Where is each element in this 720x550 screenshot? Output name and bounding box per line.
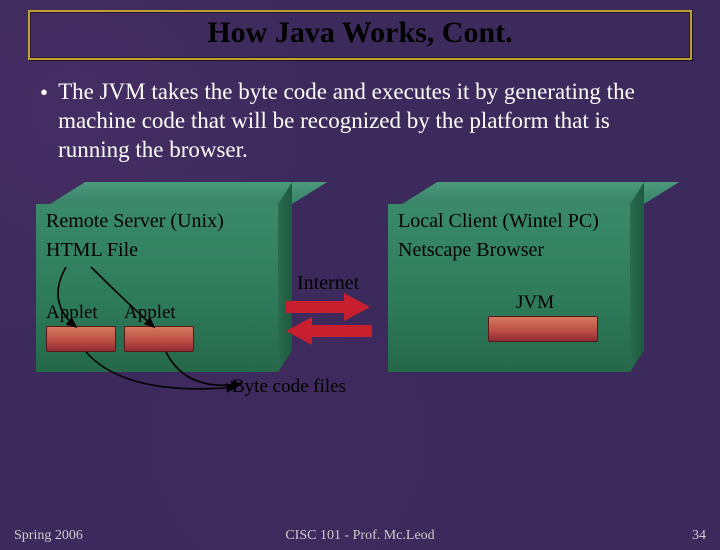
remote-server-title: Remote Server (Unix)	[46, 210, 268, 233]
applet-2: Applet	[124, 302, 194, 352]
footer-page-no: 34	[692, 528, 706, 544]
applet-row: Applet Applet	[46, 302, 268, 352]
page-title: How Java Works, Cont.	[30, 16, 690, 50]
applet-2-label: Applet	[124, 302, 176, 324]
arrow-left-head-icon	[286, 317, 312, 345]
internet-label: Internet	[297, 272, 359, 295]
bullet-text: The JVM takes the byte code and executes…	[58, 78, 680, 164]
jvm-label: JVM	[516, 292, 554, 314]
bullet-block: • The JVM takes the byte code and execut…	[40, 78, 680, 164]
browser-label: Netscape Browser	[398, 239, 620, 262]
cube-front-face: Local Client (Wintel PC) Netscape Browse…	[388, 204, 630, 372]
remote-server-box: Remote Server (Unix) HTML File Applet Ap…	[36, 182, 278, 372]
cube-side-face	[630, 183, 644, 373]
arrow-right-head-icon	[344, 293, 370, 321]
applet-1: Applet	[46, 302, 116, 352]
arrow-left-icon	[312, 325, 372, 337]
html-file-label: HTML File	[46, 239, 268, 262]
bytecode-label: Byte code files	[232, 376, 346, 398]
cube-front-face: Remote Server (Unix) HTML File Applet Ap…	[36, 204, 278, 372]
jvm-pill	[488, 316, 598, 342]
internet-arrows	[286, 296, 382, 342]
title-container: How Java Works, Cont.	[28, 10, 692, 60]
arrow-right-icon	[286, 301, 346, 313]
applet-1-label: Applet	[46, 302, 98, 324]
applet-1-pill	[46, 326, 116, 352]
local-client-title: Local Client (Wintel PC)	[398, 210, 620, 233]
jvm-block: JVM	[488, 292, 620, 342]
diagram-area: Remote Server (Unix) HTML File Applet Ap…	[0, 164, 720, 444]
footer-course: CISC 101 - Prof. Mc.Leod	[0, 528, 720, 544]
local-client-box: Local Client (Wintel PC) Netscape Browse…	[388, 182, 630, 372]
bullet-icon: •	[40, 79, 48, 165]
applet-2-pill	[124, 326, 194, 352]
